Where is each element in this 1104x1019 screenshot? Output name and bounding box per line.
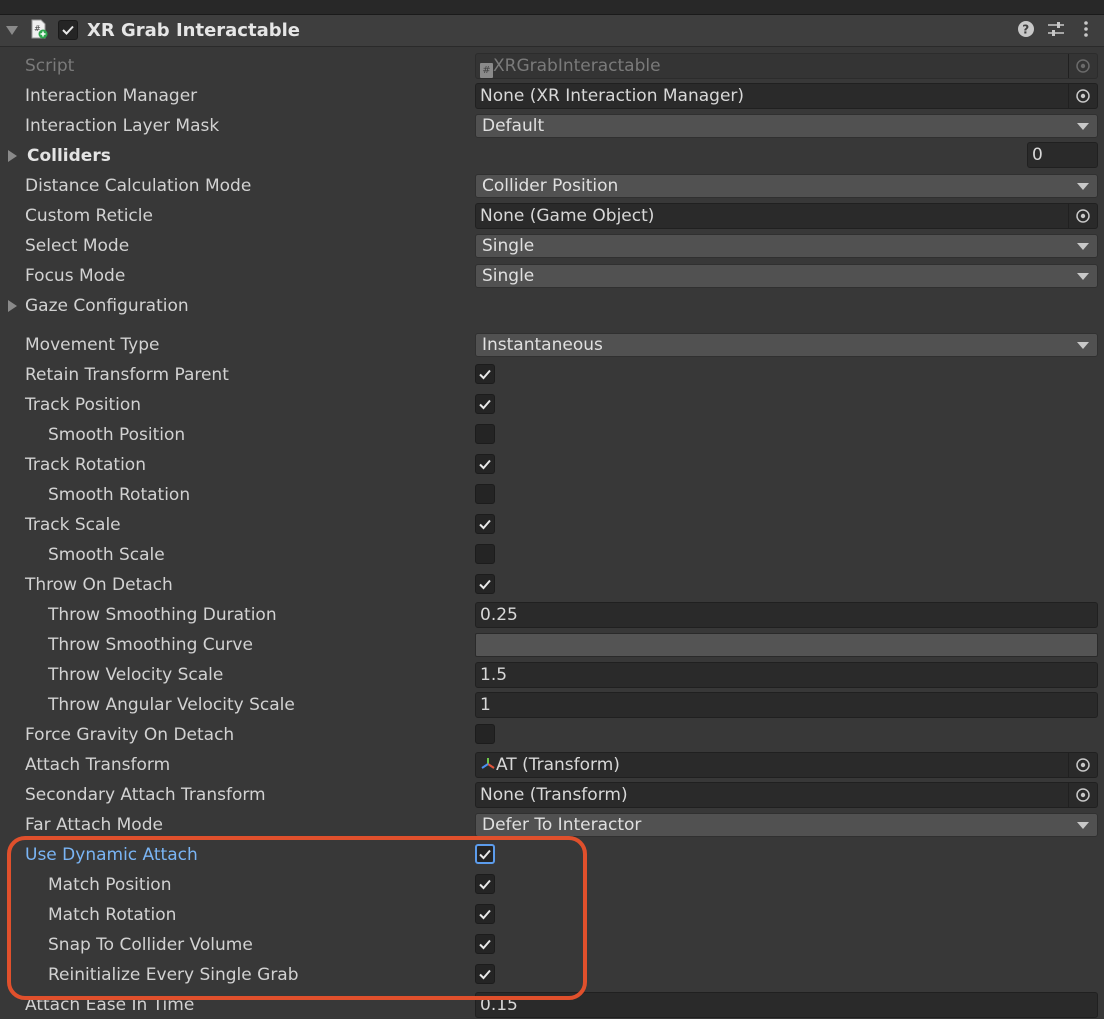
secondary-attach-transform-value: None (Transform) <box>480 785 628 805</box>
dropdown-arrow-icon <box>1077 822 1089 829</box>
dropdown-arrow-icon <box>1077 123 1089 130</box>
throw-velocity-scale-label: Throw Velocity Scale <box>48 665 224 685</box>
track-scale-label: Track Scale <box>25 515 121 535</box>
script-label: Script <box>25 56 75 76</box>
menu-icon[interactable] <box>1077 20 1095 38</box>
attach-transform-label: Attach Transform <box>25 755 171 775</box>
dropdown-arrow-icon <box>1077 243 1089 250</box>
component-title: XR Grab Interactable <box>87 20 300 41</box>
interaction-layer-mask-label: Interaction Layer Mask <box>25 116 220 136</box>
track-position-checkbox[interactable] <box>475 394 495 414</box>
custom-reticle-field[interactable]: None (Game Object) <box>475 203 1098 229</box>
select-mode-dropdown[interactable]: Single <box>475 234 1098 258</box>
annotation-highlight-box <box>7 836 587 1000</box>
retain-transform-parent-checkbox[interactable] <box>475 364 495 384</box>
colliders-size-field[interactable]: 0 <box>1027 142 1098 168</box>
script-icon: # <box>480 63 493 78</box>
far-attach-mode-label: Far Attach Mode <box>25 815 163 835</box>
focus-mode-dropdown[interactable]: Single <box>475 264 1098 288</box>
movement-type-dropdown[interactable]: Instantaneous <box>475 333 1098 357</box>
object-picker-button[interactable] <box>1068 84 1097 108</box>
distance-calculation-mode-label: Distance Calculation Mode <box>25 176 252 196</box>
dropdown-arrow-icon <box>1077 273 1089 280</box>
throw-velocity-scale-field[interactable]: 1.5 <box>475 662 1098 688</box>
movement-type-value: Instantaneous <box>482 335 603 355</box>
interaction-layer-mask-value: Default <box>482 116 545 136</box>
select-mode-label: Select Mode <box>25 236 130 256</box>
track-position-label: Track Position <box>25 395 142 415</box>
focus-mode-label: Focus Mode <box>25 266 126 286</box>
smooth-position-label: Smooth Position <box>48 425 186 445</box>
throw-on-detach-checkbox[interactable] <box>475 574 495 594</box>
script-value: XRGrabInteractable <box>493 56 661 76</box>
throw-on-detach-label: Throw On Detach <box>25 575 173 595</box>
foldout-arrow-icon[interactable] <box>6 26 18 35</box>
throw-smoothing-curve-field[interactable] <box>475 633 1098 657</box>
object-picker-icon <box>1076 758 1090 772</box>
secondary-attach-transform-label: Secondary Attach Transform <box>25 785 266 805</box>
svg-text:?: ? <box>1022 23 1029 37</box>
throw-smoothing-duration-field[interactable]: 0.25 <box>475 602 1098 628</box>
checkmark-icon <box>479 519 491 530</box>
smooth-rotation-checkbox[interactable] <box>475 484 495 504</box>
secondary-attach-transform-field[interactable]: None (Transform) <box>475 782 1098 808</box>
checkmark-icon <box>479 399 491 410</box>
top-strip <box>0 0 1104 15</box>
smooth-position-checkbox[interactable] <box>475 424 495 444</box>
object-picker-button <box>1068 54 1097 78</box>
smooth-scale-checkbox[interactable] <box>475 544 495 564</box>
throw-angular-velocity-scale-field[interactable]: 1 <box>475 692 1098 718</box>
checkmark-icon <box>62 25 74 35</box>
smooth-rotation-label: Smooth Rotation <box>48 485 191 505</box>
checkmark-icon <box>479 459 491 470</box>
track-scale-checkbox[interactable] <box>475 514 495 534</box>
script-field: # XRGrabInteractable <box>475 53 1098 79</box>
custom-reticle-value: None (Game Object) <box>480 206 655 226</box>
force-gravity-on-detach-checkbox[interactable] <box>475 724 495 744</box>
colliders-foldout-icon[interactable] <box>8 150 17 162</box>
object-picker-button[interactable] <box>1068 783 1097 807</box>
transform-axes-icon <box>481 758 495 769</box>
dropdown-arrow-icon <box>1077 342 1089 349</box>
script-icon: # <box>31 19 48 39</box>
distance-calculation-mode-value: Collider Position <box>482 176 619 196</box>
track-rotation-checkbox[interactable] <box>475 454 495 474</box>
force-gravity-on-detach-label: Force Gravity On Detach <box>25 725 235 745</box>
object-picker-icon <box>1076 89 1090 103</box>
object-picker-icon <box>1076 209 1090 223</box>
colliders-label[interactable]: Colliders <box>27 146 111 166</box>
interaction-manager-value: None (XR Interaction Manager) <box>480 86 745 106</box>
track-rotation-label: Track Rotation <box>25 455 146 475</box>
throw-angular-velocity-scale-label: Throw Angular Velocity Scale <box>48 695 295 715</box>
throw-smoothing-duration-label: Throw Smoothing Duration <box>48 605 277 625</box>
far-attach-mode-value: Defer To Interactor <box>482 815 642 835</box>
custom-reticle-label: Custom Reticle <box>25 206 153 226</box>
gaze-configuration-foldout-icon[interactable] <box>8 300 17 312</box>
object-picker-button[interactable] <box>1068 204 1097 228</box>
checkmark-icon <box>479 369 491 380</box>
component-header[interactable]: # XR Grab Interactable ? <box>0 15 1104 47</box>
select-mode-value: Single <box>482 236 535 256</box>
gaze-configuration-label[interactable]: Gaze Configuration <box>25 296 189 316</box>
movement-type-label: Movement Type <box>25 335 160 355</box>
help-icon[interactable]: ? <box>1017 20 1035 38</box>
object-picker-icon <box>1076 59 1090 73</box>
component-enabled-checkbox[interactable] <box>58 20 78 40</box>
throw-smoothing-curve-label: Throw Smoothing Curve <box>48 635 253 655</box>
checkmark-icon <box>479 579 491 590</box>
focus-mode-value: Single <box>482 266 535 286</box>
object-picker-button[interactable] <box>1068 753 1097 777</box>
presets-icon[interactable] <box>1047 20 1065 38</box>
interaction-manager-label: Interaction Manager <box>25 86 198 106</box>
interaction-manager-field[interactable]: None (XR Interaction Manager) <box>475 83 1098 109</box>
object-picker-icon <box>1076 788 1090 802</box>
smooth-scale-label: Smooth Scale <box>48 545 165 565</box>
attach-transform-field[interactable]: AT (Transform) <box>475 752 1098 778</box>
far-attach-mode-dropdown[interactable]: Defer To Interactor <box>475 813 1098 837</box>
dropdown-arrow-icon <box>1077 183 1089 190</box>
distance-calculation-mode-dropdown[interactable]: Collider Position <box>475 174 1098 198</box>
retain-transform-parent-label: Retain Transform Parent <box>25 365 229 385</box>
attach-transform-value: AT (Transform) <box>496 755 620 775</box>
interaction-layer-mask-dropdown[interactable]: Default <box>475 114 1098 138</box>
